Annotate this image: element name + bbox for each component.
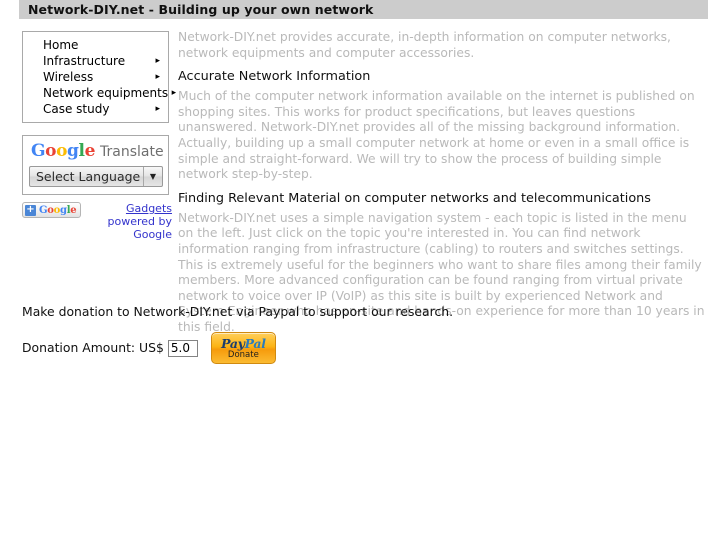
page-header-bar: Network-DIY.net - Building up your own n…: [19, 0, 708, 19]
section-body-accurate-network-information: Much of the computer network information…: [178, 89, 695, 182]
chevron-right-icon: ▸: [171, 88, 177, 98]
navigation-menu: Home ▸ Infrastructure ▸ Wireless ▸ Netwo…: [22, 31, 176, 123]
translate-product-label: Translate: [100, 144, 164, 160]
sidebar-item-label: Wireless: [43, 70, 94, 84]
intro-paragraph: Network-DIY.net provides accurate, in-de…: [178, 30, 671, 60]
sidebar-item-case-study[interactable]: Case study ▸: [23, 101, 168, 117]
sidebar-item-infrastructure[interactable]: Infrastructure ▸: [23, 53, 168, 69]
plus-icon: +: [25, 203, 36, 216]
google-logo-letter-g2: g: [67, 141, 79, 161]
sidebar-item-wireless[interactable]: Wireless ▸: [23, 69, 168, 85]
chevron-right-icon: ▸: [155, 104, 160, 114]
gadget-credit: Gadgets powered by Google: [90, 202, 172, 241]
sidebar-item-label: Home: [43, 38, 79, 52]
google-logo-letter-o1: o: [45, 141, 57, 161]
google-logo-letter-o2: o: [56, 141, 68, 161]
gadgets-link[interactable]: Gadgets: [126, 202, 172, 215]
section-heading-finding-relevant-material: Finding Relevant Material on computer ne…: [178, 190, 651, 206]
paypal-wordmark: PayPal: [221, 337, 266, 350]
sidebar-item-label: Network equipments: [43, 86, 169, 100]
donation-intro-text: Make donation to Network-DIY.net via Pay…: [22, 304, 454, 319]
language-select[interactable]: Select Language ▼: [29, 166, 163, 187]
paypal-donate-label: Donate: [227, 349, 259, 360]
language-select-value: Select Language: [36, 169, 141, 184]
chevron-right-icon: ▸: [155, 56, 160, 66]
paypal-word-pay: Pay: [221, 335, 245, 351]
gadget-credit-line-1: powered: [107, 215, 155, 228]
page-title: Network-DIY.net - Building up your own n…: [28, 2, 374, 17]
sidebar-item-home[interactable]: Home ▸: [23, 37, 168, 53]
google-logo-letter-g: G: [31, 141, 46, 161]
donation-amount-label: Donation Amount: US$: [22, 340, 164, 355]
donation-form: Donation Amount: US$ PayPal Donate: [22, 332, 276, 364]
sidebar-item-network-equipments[interactable]: Network equipments ▸: [23, 85, 176, 101]
section-heading-accurate-network-information: Accurate Network Information: [178, 69, 371, 85]
sidebar-item-label: Infrastructure: [43, 54, 126, 68]
donation-amount-input[interactable]: [167, 339, 198, 357]
gadget-footer: + Google Gadgets powered by Google: [22, 202, 177, 241]
paypal-donate-button[interactable]: PayPal Donate: [210, 332, 276, 364]
google-wordmark: Google: [39, 204, 77, 216]
paypal-word-pal: Pal: [244, 335, 266, 351]
sidebar: Home ▸ Infrastructure ▸ Wireless ▸ Netwo…: [22, 31, 176, 241]
google-logo-letter-e: e: [84, 141, 96, 161]
google-logo: Google Translate: [29, 141, 164, 161]
google-translate-widget: Google Translate Select Language ▼: [22, 135, 169, 195]
sidebar-item-label: Case study: [43, 102, 110, 116]
chevron-down-icon: ▼: [143, 167, 162, 186]
main-content: Network-DIY.net provides accurate, in-de…: [178, 30, 705, 344]
chevron-right-icon: ▸: [155, 72, 160, 82]
add-to-google-button[interactable]: + Google: [22, 202, 81, 218]
